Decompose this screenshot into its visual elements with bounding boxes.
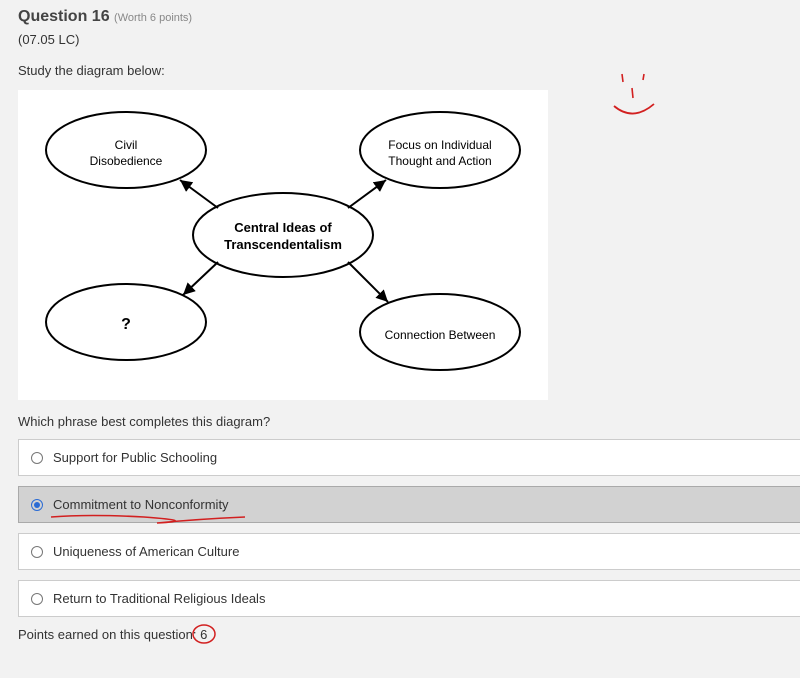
title-prefix: Question [18, 8, 87, 25]
question-worth: (Worth 6 points) [114, 12, 192, 24]
radio-icon[interactable] [31, 452, 43, 464]
question-code: (07.05 LC) [18, 32, 800, 47]
question-title: Question 16 [18, 8, 114, 25]
diagram-node-bottom-left: ? [46, 315, 206, 336]
diagram-node-center: Central Ideas ofTranscendentalism [193, 220, 373, 254]
annotation-smiley-icon [608, 68, 668, 128]
radio-icon[interactable] [31, 593, 43, 605]
option-label: Commitment to Nonconformity [53, 497, 229, 512]
question-number: 16 [92, 8, 110, 25]
diagram-node-bottom-right: Connection Between [360, 328, 520, 344]
question-prompt: Study the diagram below: [18, 63, 800, 78]
option-row[interactable]: Commitment to Nonconformity [18, 486, 800, 523]
option-row[interactable]: Return to Traditional Religious Ideals [18, 580, 800, 617]
radio-icon[interactable] [31, 499, 43, 511]
points-earned: Points earned on this question: 6 [18, 627, 800, 642]
diagram-node-top-right: Focus on IndividualThought and Action [360, 138, 520, 169]
option-label: Return to Traditional Religious Ideals [53, 591, 265, 606]
points-label: Points earned on this question: [18, 627, 200, 642]
question-header: Question 16 (Worth 6 points) [18, 8, 800, 26]
question-text: Which phrase best completes this diagram… [18, 414, 800, 429]
diagram-node-top-left: CivilDisobedience [46, 138, 206, 169]
points-value: 6 [200, 627, 207, 642]
radio-icon[interactable] [31, 546, 43, 558]
annotation-underline-icon [49, 513, 249, 527]
option-label: Uniqueness of American Culture [53, 544, 239, 559]
option-row[interactable]: Support for Public Schooling [18, 439, 800, 476]
diagram: CivilDisobedience Focus on IndividualTho… [18, 90, 548, 400]
option-row[interactable]: Uniqueness of American Culture [18, 533, 800, 570]
option-label: Support for Public Schooling [53, 450, 217, 465]
